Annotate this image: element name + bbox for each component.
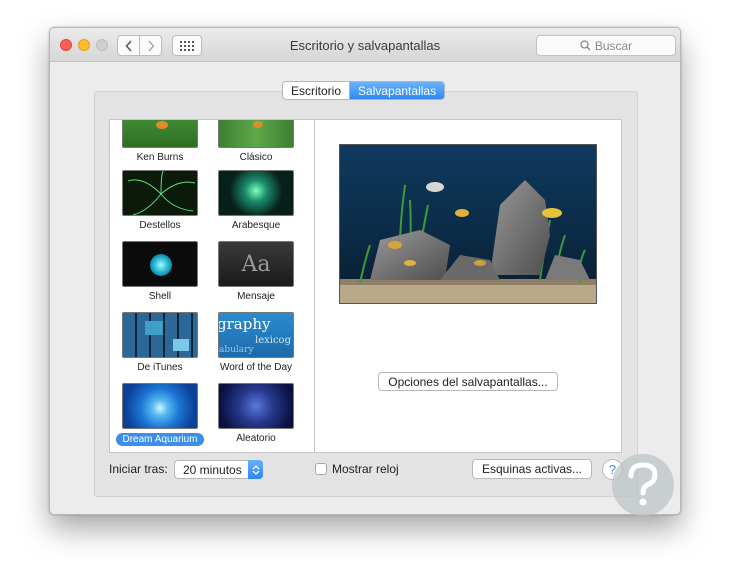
show-clock-label: Mostrar reloj <box>332 462 399 476</box>
clasico-thumbnail <box>218 120 294 148</box>
shell-thumbnail <box>122 241 198 287</box>
word-thumb-tiny: abulary <box>219 345 254 355</box>
screensaver-item-de-itunes[interactable]: De iTunes <box>112 312 208 374</box>
start-after-select[interactable]: 20 minutos <box>174 460 263 479</box>
screensaver-item-destellos[interactable]: Destellos <box>112 170 208 232</box>
screensaver-item-shell[interactable]: Shell <box>112 241 208 303</box>
start-after-label: Iniciar tras: <box>109 462 168 476</box>
word-of-the-day-thumbnail: graphy lexicog abulary <box>218 312 294 358</box>
word-thumb-sub: lexicog <box>255 335 291 346</box>
screensaver-label: De iTunes <box>137 362 183 373</box>
start-after-value: 20 minutos <box>183 462 242 477</box>
show-clock-checkbox[interactable] <box>315 463 327 475</box>
screensaver-label: Ken Burns <box>136 152 184 163</box>
screensaver-label: Clásico <box>239 152 273 163</box>
screensaver-label: Shell <box>148 291 172 302</box>
search-placeholder: Buscar <box>594 38 633 53</box>
screensaver-item-clasico[interactable]: Clásico <box>208 120 304 164</box>
dream-aquarium-thumbnail <box>122 383 198 429</box>
watermark-logo <box>612 454 674 516</box>
screensaver-item-ken-burns[interactable]: Ken Burns <box>112 120 208 164</box>
search-field[interactable]: Buscar <box>536 35 676 56</box>
screensaver-item-dream-aquarium[interactable]: Dream Aquarium <box>112 383 208 447</box>
tab-salvapantallas[interactable]: Salvapantallas <box>349 82 445 99</box>
screensaver-options-button[interactable]: Opciones del salvapantallas... <box>378 372 558 391</box>
screensaver-item-word-of-the-day[interactable]: graphy lexicog abulary Word of the Day <box>208 312 304 374</box>
screensaver-label: Word of the Day <box>219 362 293 373</box>
ken-burns-thumbnail <box>122 120 198 148</box>
arabesque-thumbnail <box>218 170 294 216</box>
word-thumb-main: graphy <box>218 315 271 333</box>
screensaver-preview <box>339 144 597 304</box>
screensaver-label: Mensaje <box>237 291 275 302</box>
screensaver-item-mensaje[interactable]: Aa Mensaje <box>208 241 304 303</box>
title-bar: Escritorio y salvapantallas Buscar <box>50 28 680 62</box>
search-icon <box>580 40 591 51</box>
tab-escritorio[interactable]: Escritorio <box>283 82 349 99</box>
tab-bar: Escritorio Salvapantallas <box>282 81 446 100</box>
stepper-arrows-icon <box>248 460 263 479</box>
screensaver-label: Dream Aquarium <box>116 433 204 446</box>
screensaver-item-arabesque[interactable]: Arabesque <box>208 170 304 232</box>
show-clock-row: Mostrar reloj <box>315 462 399 476</box>
destellos-thumbnail <box>122 170 198 216</box>
aleatorio-thumbnail <box>218 383 294 429</box>
mensaje-thumb-text: Aa <box>241 251 271 277</box>
screensaver-item-aleatorio[interactable]: Aleatorio <box>208 383 304 445</box>
hot-corners-button[interactable]: Esquinas activas... <box>472 459 592 479</box>
itunes-thumbnail <box>122 312 198 358</box>
preview-area: Opciones del salvapantallas... <box>315 119 622 453</box>
mensaje-thumbnail: Aa <box>218 241 294 287</box>
question-icon <box>628 462 658 506</box>
aquarium-preview-image <box>340 145 596 303</box>
screensaver-list[interactable]: Ken Burns Clásico Destellos Arabesque Sh… <box>109 119 315 453</box>
screensaver-label: Aleatorio <box>236 433 276 444</box>
screensaver-label: Destellos <box>139 220 181 231</box>
screensaver-label: Arabesque <box>231 220 281 231</box>
preferences-window: Escritorio y salvapantallas Buscar Escri… <box>49 27 681 515</box>
